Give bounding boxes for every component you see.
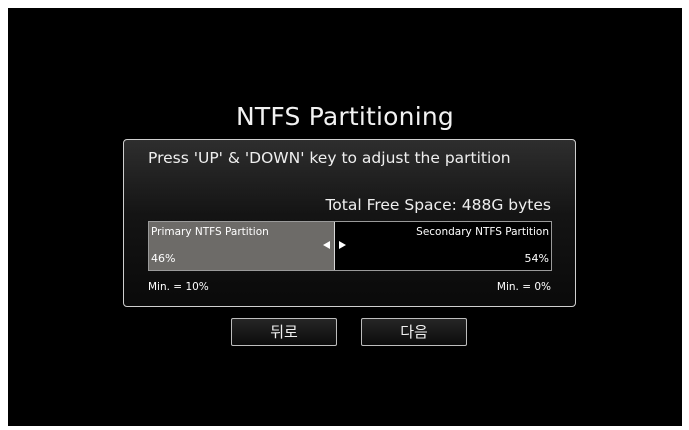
primary-min-label: Min. = 10% xyxy=(148,281,209,293)
secondary-min-label: Min. = 0% xyxy=(496,281,551,293)
primary-partition-segment[interactable]: Primary NTFS Partition 46% xyxy=(149,222,335,270)
instruction-text: Press 'UP' & 'DOWN' key to adjust the pa… xyxy=(148,149,511,167)
partition-slider[interactable]: Primary NTFS Partition 46% Secondary NTF… xyxy=(148,221,552,271)
secondary-partition-segment[interactable]: Secondary NTFS Partition 54% xyxy=(334,222,551,270)
tv-screen: NTFS Partitioning Press 'UP' & 'DOWN' ke… xyxy=(8,8,682,426)
secondary-partition-label: Secondary NTFS Partition xyxy=(416,226,549,238)
partition-panel: Press 'UP' & 'DOWN' key to adjust the pa… xyxy=(123,139,576,307)
back-button[interactable]: 뒤로 xyxy=(231,318,337,346)
next-button[interactable]: 다음 xyxy=(361,318,467,346)
primary-partition-percent: 46% xyxy=(151,252,176,265)
primary-partition-label: Primary NTFS Partition xyxy=(151,226,269,238)
dialog-title: NTFS Partitioning xyxy=(236,102,454,131)
triangle-right-icon[interactable] xyxy=(338,241,346,249)
triangle-left-icon[interactable] xyxy=(322,241,330,249)
total-free-space: Total Free Space: 488G bytes xyxy=(325,196,551,214)
secondary-partition-percent: 54% xyxy=(524,252,549,265)
